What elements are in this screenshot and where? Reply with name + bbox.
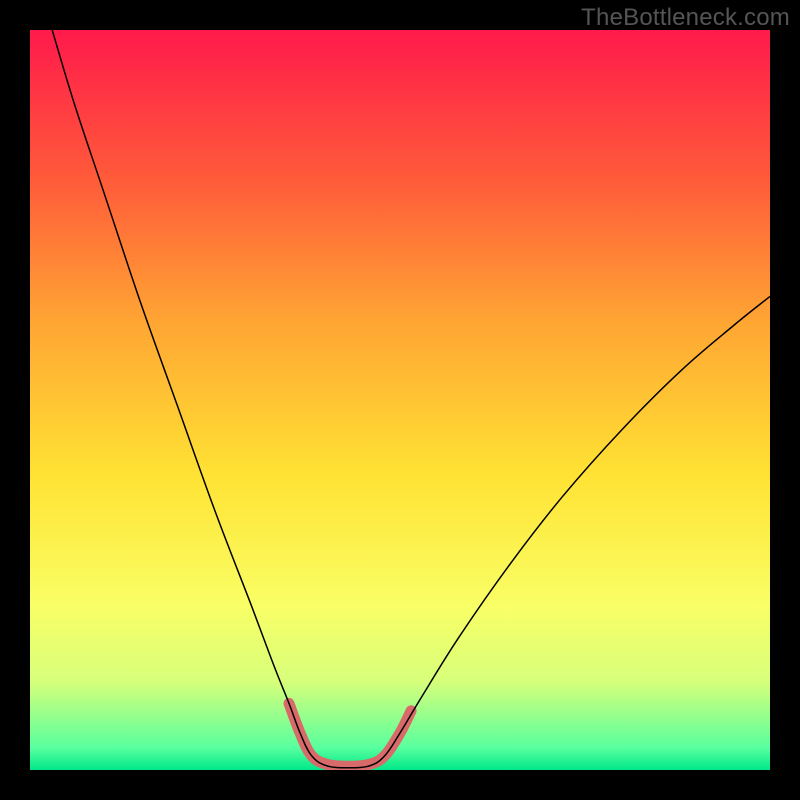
chart-frame: TheBottleneck.com bbox=[0, 0, 800, 800]
bottleneck-chart bbox=[30, 30, 770, 770]
gradient-background bbox=[30, 30, 770, 770]
watermark-text: TheBottleneck.com bbox=[581, 4, 790, 32]
